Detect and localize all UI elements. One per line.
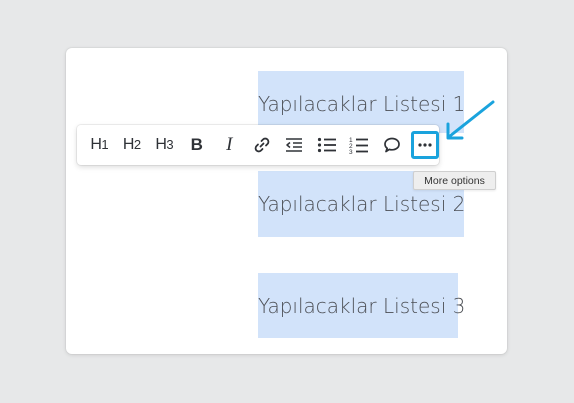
link-icon — [254, 137, 270, 153]
pointer-arrow-icon — [446, 100, 495, 140]
bold-button[interactable]: B — [181, 129, 214, 161]
bulleted-list-button[interactable] — [311, 129, 344, 161]
italic-icon: I — [226, 134, 233, 155]
svg-text:3: 3 — [349, 149, 353, 154]
heading-1-button[interactable]: H1 — [83, 129, 116, 161]
heading-2-icon: H2 — [122, 136, 141, 153]
comment-button[interactable] — [376, 129, 409, 161]
bold-icon: B — [190, 135, 203, 154]
outdent-button[interactable] — [278, 129, 311, 161]
editor-line-1-text: Yapılacaklar Listesi 1 — [258, 92, 466, 116]
bulleted-list-icon — [317, 137, 336, 153]
heading-3-icon: H3 — [155, 136, 174, 153]
comment-icon — [383, 137, 400, 153]
editor-line-1[interactable]: Yapılacaklar Listesi 1 — [258, 71, 466, 133]
more-horizontal-icon — [418, 143, 432, 147]
link-button[interactable] — [246, 129, 279, 161]
italic-button[interactable]: I — [213, 129, 246, 161]
heading-2-button[interactable]: H2 — [116, 129, 149, 161]
formatting-toolbar: H1 H2 H3 B I 1 2 3 — [77, 125, 439, 165]
editor-line-3[interactable]: Yapılacaklar Listesi 3 — [258, 273, 465, 338]
tooltip-text: More options — [424, 174, 485, 187]
editor-line-3-text: Yapılacaklar Listesi 3 — [258, 293, 466, 318]
more-options-button[interactable] — [411, 131, 439, 159]
more-options-tooltip: More options — [413, 171, 496, 190]
editor-line-2-text: Yapılacaklar Listesi 2 — [258, 192, 466, 216]
heading-3-button[interactable]: H3 — [148, 129, 181, 161]
outdent-icon — [286, 138, 303, 152]
editor-card: Yapılacaklar Listesi 1 Yapılacaklar List… — [66, 48, 507, 354]
heading-1-icon: H1 — [90, 136, 109, 153]
numbered-list-button[interactable]: 1 2 3 — [343, 129, 376, 161]
numbered-list-icon: 1 2 3 — [349, 137, 369, 154]
